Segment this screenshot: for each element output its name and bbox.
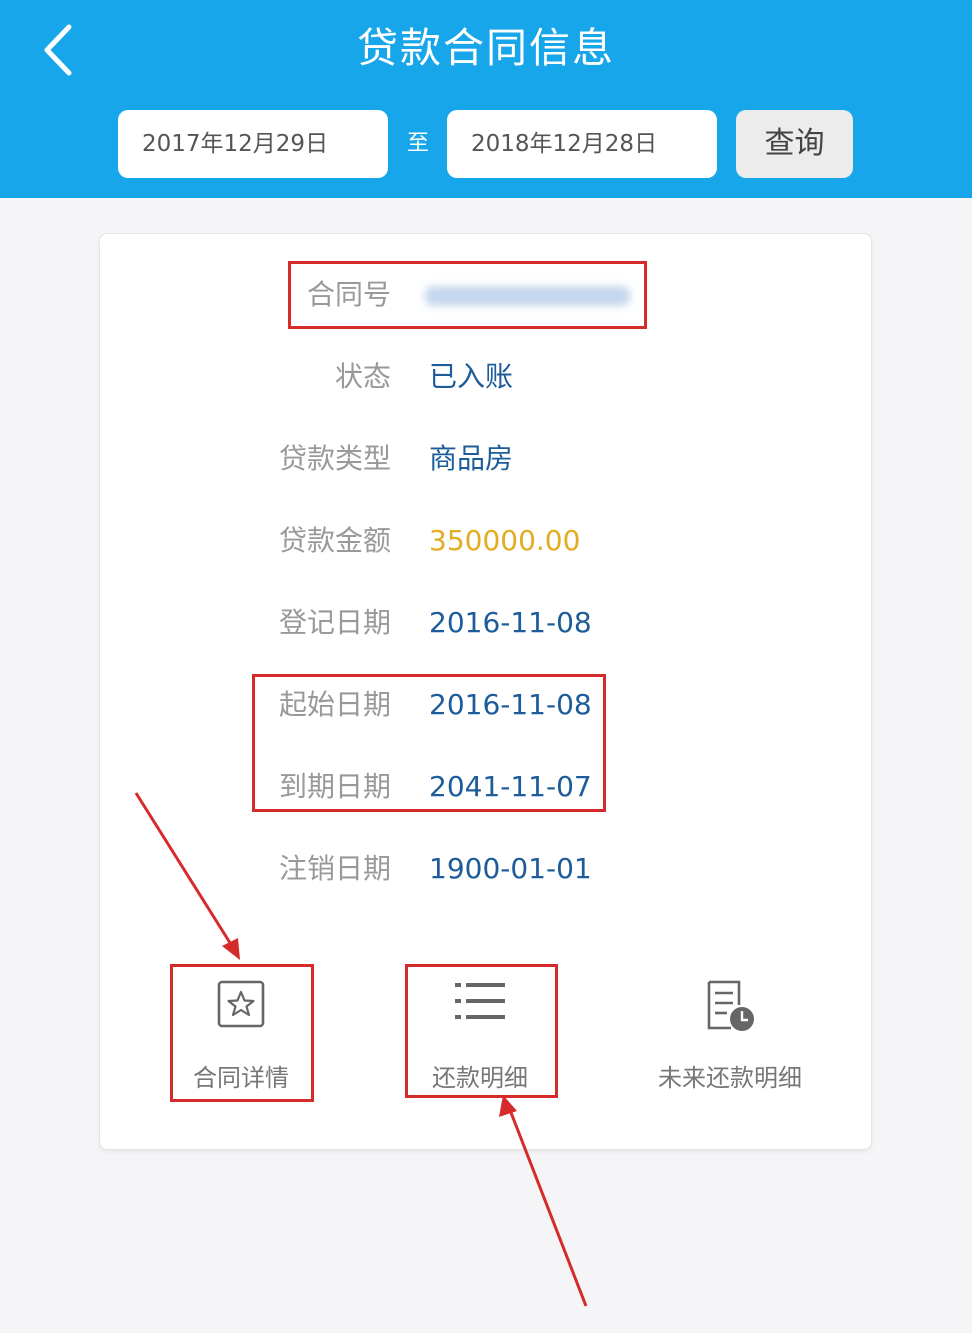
action-bar: 合同详情 还款明细 未来还款明细 <box>100 969 871 1119</box>
future-repayment-details-label: 未来还款明细 <box>658 1064 802 1092</box>
contract-details-button[interactable]: 合同详情 <box>170 969 312 1109</box>
contract-details-label: 合同详情 <box>193 1064 289 1092</box>
list-icon <box>455 983 505 1019</box>
query-button[interactable]: 查询 <box>736 110 853 178</box>
field-row-status: 状态 已入账 <box>100 352 871 402</box>
loan-amount-label: 贷款金额 <box>278 524 391 557</box>
start-date-label: 起始日期 <box>278 688 391 721</box>
future-repayment-details-button[interactable]: 未来还款明细 <box>640 969 820 1109</box>
date-range-separator: 至 <box>406 131 429 156</box>
start-date-value: 2016-11-08 <box>429 688 592 721</box>
repayment-details-button[interactable]: 还款明细 <box>405 969 555 1109</box>
field-row-cancel-date: 注销日期 1900-01-01 <box>100 844 871 894</box>
loan-type-value: 商品房 <box>429 442 514 475</box>
repayment-details-label: 还款明细 <box>432 1064 528 1092</box>
due-date-value: 2041-11-07 <box>429 770 592 803</box>
contract-info-card: 合同号 状态 已入账 贷款类型 商品房 贷款金额 350000.00 登记日期 … <box>99 233 872 1150</box>
contract-number-row: 合同号 <box>100 270 871 320</box>
loan-amount-value: 350000.00 <box>429 524 581 557</box>
star-document-icon <box>217 980 265 1028</box>
field-row-loan-amount: 贷款金额 350000.00 <box>100 516 871 566</box>
loan-type-label: 贷款类型 <box>278 442 391 475</box>
page-title: 贷款合同信息 <box>357 24 615 72</box>
status-label: 状态 <box>334 360 391 393</box>
field-row-register-date: 登记日期 2016-11-08 <box>100 598 871 648</box>
contract-number-label: 合同号 <box>306 278 391 311</box>
field-row-loan-type: 贷款类型 商品房 <box>100 434 871 484</box>
field-row-start-date: 起始日期 2016-11-08 <box>100 680 871 730</box>
register-date-value: 2016-11-08 <box>429 606 592 639</box>
cancel-date-label: 注销日期 <box>278 852 391 885</box>
start-date-input[interactable]: 2017年12月29日 <box>118 110 388 178</box>
header-bar: 贷款合同信息 2017年12月29日 至 2018年12月28日 查询 <box>0 0 972 198</box>
due-date-label: 到期日期 <box>278 770 391 803</box>
contract-number-redacted <box>425 286 630 306</box>
status-value: 已入账 <box>429 360 514 393</box>
cancel-date-value: 1900-01-01 <box>429 852 592 885</box>
register-date-label: 登记日期 <box>278 606 391 639</box>
field-row-due-date: 到期日期 2041-11-07 <box>100 762 871 812</box>
schedule-document-icon <box>707 980 754 1031</box>
end-date-input[interactable]: 2018年12月28日 <box>447 110 717 178</box>
